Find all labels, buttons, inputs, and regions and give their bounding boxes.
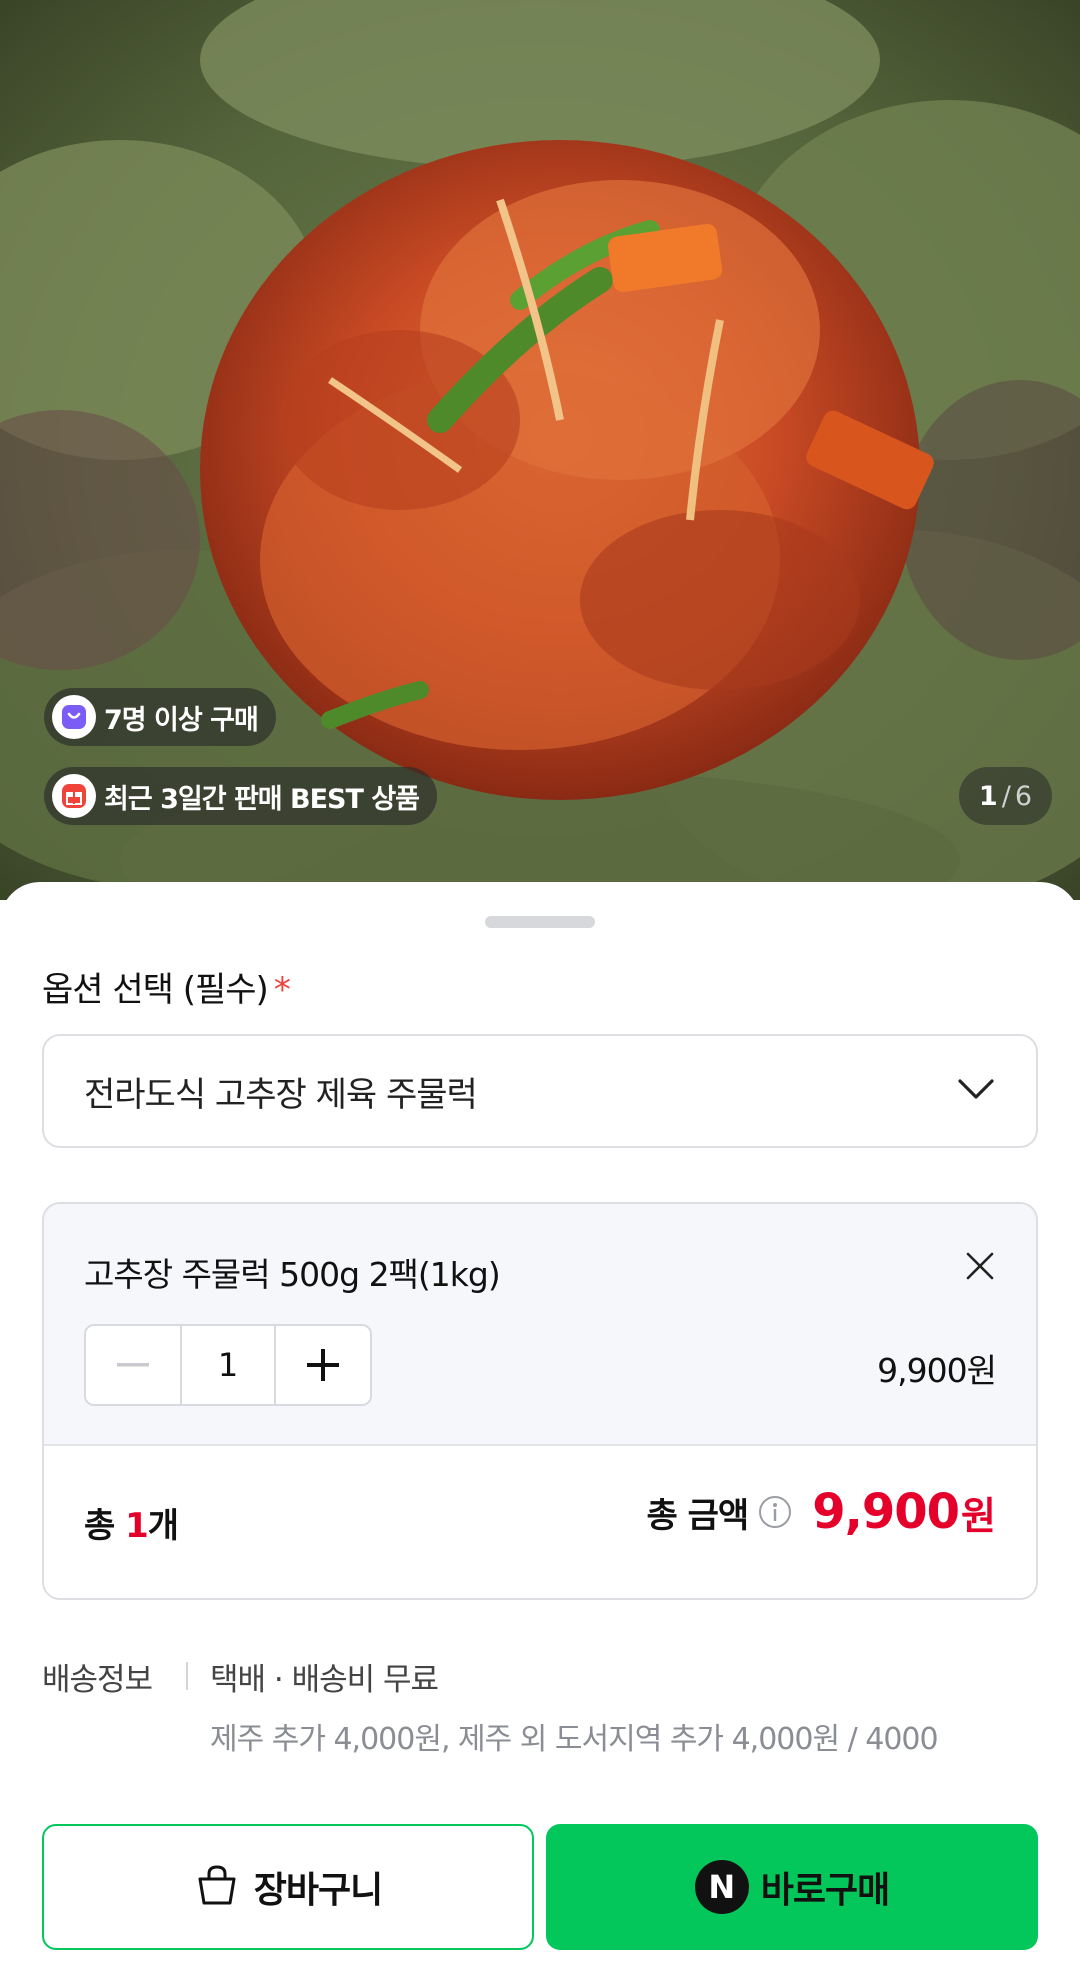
close-icon bbox=[966, 1252, 994, 1280]
shopping-bag-icon bbox=[52, 695, 96, 739]
option-label: 옵션 선택 (필수) * bbox=[42, 962, 291, 1011]
best-seller-badge: 최근 3일간 판매 BEST 상품 bbox=[44, 767, 437, 825]
quantity-stepper: 1 bbox=[84, 1324, 372, 1406]
item-name: 고추장 주물럭 500g 2팩(1kg) bbox=[84, 1255, 501, 1294]
shipping-extra-fee: 제주 추가 4,000원, 제주 외 도서지역 추가 4,000원 / 4000 bbox=[210, 1722, 939, 1757]
total-count-number: 1 bbox=[125, 1506, 149, 1546]
shopping-bag-icon bbox=[194, 1862, 240, 1912]
option-selected-value: 전라도식 고추장 제육 주물럭 bbox=[84, 1074, 478, 1115]
total-amount-value: 9,900 bbox=[812, 1484, 960, 1540]
selected-item: 고추장 주물럭 500g 2팩(1kg) 1 9,900원 bbox=[44, 1204, 1036, 1446]
chevron-down-icon bbox=[956, 1077, 996, 1105]
total-amount-unit: 원 bbox=[961, 1493, 996, 1538]
image-counter: 1 / 6 bbox=[958, 767, 1052, 825]
food-photo bbox=[0, 0, 1080, 900]
info-icon[interactable] bbox=[758, 1495, 792, 1529]
option-select[interactable]: 전라도식 고추장 제육 주물럭 bbox=[42, 1034, 1038, 1148]
image-counter-current: 1 bbox=[978, 780, 998, 812]
buy-now-button[interactable]: N 바로구매 bbox=[546, 1824, 1038, 1950]
total-amount: 총 금액 9,900 원 bbox=[647, 1484, 996, 1540]
item-price: 9,900원 bbox=[877, 1351, 997, 1390]
required-mark: * bbox=[273, 970, 291, 1010]
plus-icon bbox=[307, 1349, 339, 1381]
naver-pay-logo-icon: N bbox=[694, 1860, 749, 1914]
purchase-count-label: 7명 이상 구매 bbox=[104, 704, 259, 736]
shipping-divider bbox=[186, 1662, 188, 1690]
image-counter-separator: / bbox=[1001, 780, 1011, 812]
product-image[interactable]: 7명 이상 구매 최근 3일간 판매 BEST 상품 1 / 6 bbox=[0, 0, 1080, 900]
sheet-drag-handle[interactable] bbox=[485, 916, 595, 928]
remove-item-button[interactable] bbox=[960, 1246, 1000, 1286]
best-seller-label: 최근 3일간 판매 BEST 상품 bbox=[104, 783, 420, 815]
total-count: 총 1개 bbox=[84, 1498, 179, 1547]
shipping-label: 배송정보 bbox=[42, 1662, 153, 1698]
shipping-method: 택배 · 배송비 무료 bbox=[210, 1662, 439, 1698]
purchase-sheet: 옵션 선택 (필수) * 전라도식 고추장 제육 주물럭 고추장 주물럭 500g… bbox=[0, 882, 1080, 1969]
buy-now-label: 바로구매 bbox=[760, 1870, 890, 1911]
image-counter-total: 6 bbox=[1014, 780, 1032, 812]
selected-item-card: 고추장 주물럭 500g 2팩(1kg) 1 9,900원 총 1개 총 금액 … bbox=[42, 1202, 1038, 1600]
total-summary: 총 1개 총 금액 9,900 원 bbox=[44, 1446, 1036, 1598]
decrease-quantity-button[interactable] bbox=[86, 1326, 180, 1404]
total-amount-label: 총 금액 bbox=[646, 1495, 750, 1536]
option-label-text: 옵션 선택 (필수) bbox=[42, 970, 269, 1010]
quantity-value[interactable]: 1 bbox=[180, 1326, 276, 1404]
increase-quantity-button[interactable] bbox=[276, 1326, 370, 1404]
total-count-prefix: 총 bbox=[84, 1506, 126, 1546]
gift-icon bbox=[52, 774, 96, 818]
minus-icon bbox=[117, 1363, 149, 1367]
add-to-cart-label: 장바구니 bbox=[253, 1870, 383, 1911]
purchase-count-badge: 7명 이상 구매 bbox=[44, 688, 276, 746]
total-count-suffix: 개 bbox=[147, 1506, 179, 1546]
add-to-cart-button[interactable]: 장바구니 bbox=[42, 1824, 534, 1950]
